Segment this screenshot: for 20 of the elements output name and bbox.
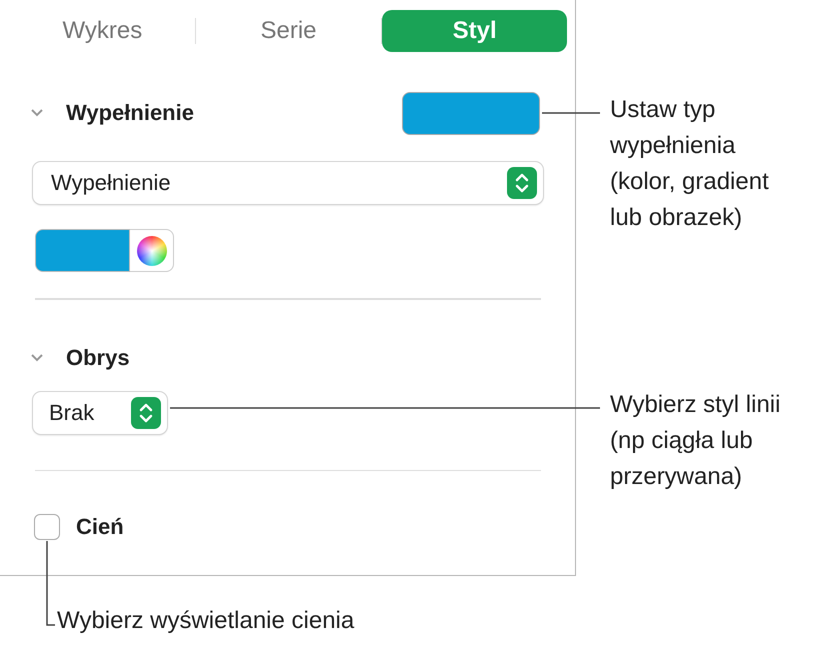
tab[interactable]: Wykres — [10, 10, 195, 52]
tab[interactable]: Styl — [382, 10, 568, 52]
line-style-dropdown[interactable]: Brak — [33, 392, 167, 434]
color-wheel-button[interactable] — [130, 229, 174, 272]
chevron-icon[interactable] — [30, 352, 44, 362]
callout-text: Ustaw typ wypełnienia (kolor, gradient lub obrazek) — [610, 95, 769, 233]
section-title: Wypełnienie — [66, 100, 195, 126]
leader-line — [542, 112, 600, 114]
chevron-icon[interactable] — [30, 108, 44, 118]
color-swatch[interactable] — [35, 229, 130, 272]
stepper-icon — [507, 167, 537, 199]
tab[interactable]: Serie — [196, 10, 381, 52]
color-well[interactable] — [402, 92, 540, 134]
stepper-icon — [131, 396, 161, 428]
section-title: Obrys — [66, 344, 131, 370]
callout-text: Wybierz wyświetlanie cienia — [57, 606, 354, 636]
checkbox[interactable] — [34, 514, 60, 540]
checkbox-label: Cień — [76, 514, 124, 540]
fill-type-dropdown[interactable]: Wypełnienie — [33, 162, 543, 204]
callout-text: Wybierz styl linii (np ciągła lub przerywana) — [610, 390, 780, 492]
